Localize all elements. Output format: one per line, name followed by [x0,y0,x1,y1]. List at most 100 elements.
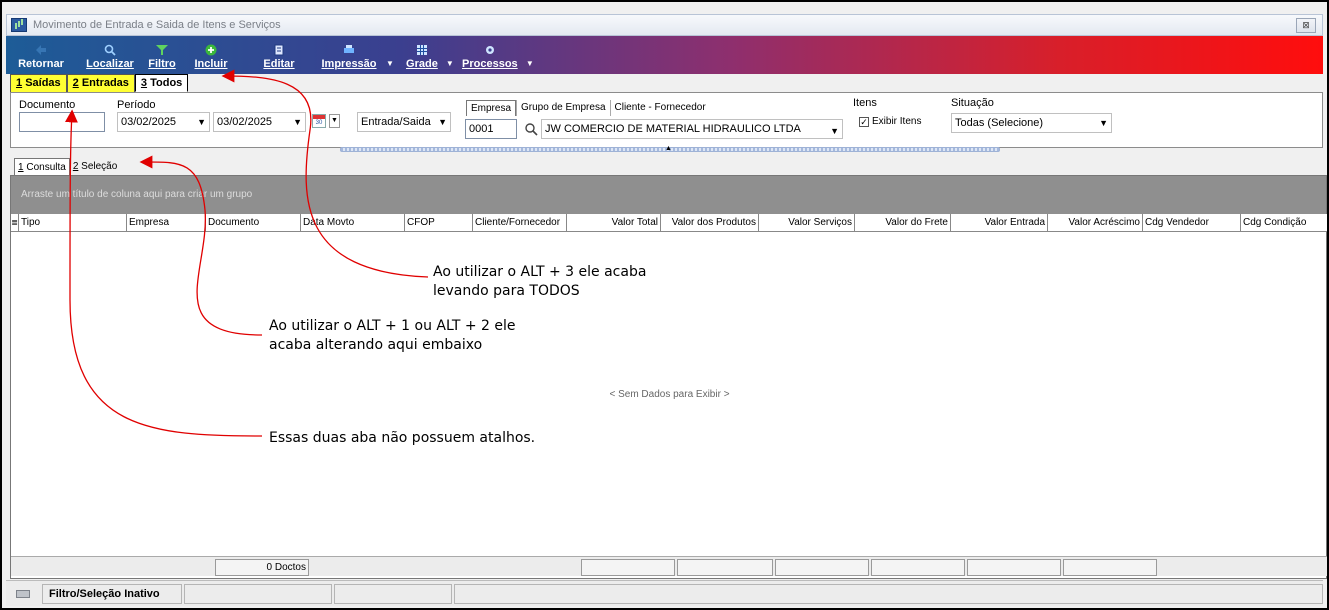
direction-select[interactable]: Entrada/Saida ▼ [357,112,451,132]
direction-value: Entrada/Saida [361,116,431,128]
incluir-button[interactable]: Incluir [192,36,230,74]
column-header[interactable]: Valor dos Produtos [661,214,759,232]
empresa-code-input[interactable]: 0001 [465,119,517,139]
chevron-down-icon[interactable]: ▼ [386,59,394,68]
close-icon[interactable]: ⊠ [1296,18,1316,33]
column-header[interactable]: Valor Total [567,214,661,232]
search-icon [104,44,116,56]
date-from-value: 03/02/2025 [121,116,177,128]
situacao-value: Todas (Selecione) [955,117,1044,129]
date-to-picker[interactable]: 03/02/2025 ▼ [213,112,306,132]
tab-consulta-key: 1 [18,162,24,173]
footer-sum-cell [1063,559,1157,576]
chevron-down-icon[interactable]: ▼ [830,122,839,138]
annotation-alt12-line2: acaba alterando aqui embaixo [269,337,483,353]
footer-sum-cell [967,559,1061,576]
impressao-dropdown[interactable]: Impressão ▼ [318,36,394,74]
calendar-dropdown-icon[interactable]: ▼ [329,114,340,128]
impressao-label: Impressão [321,58,377,70]
column-header[interactable]: Cliente/Fornecedor [473,214,567,232]
back-icon [36,45,46,55]
view-tabs: 1 Consulta 2 Seleção [14,158,120,176]
tab-cliente-fornecedor[interactable]: Cliente - Fornecedor [609,100,710,116]
editar-button[interactable]: Editar [262,36,296,74]
gear-icon [485,46,494,54]
tab-selecao-key: 2 [72,161,79,172]
status-cell [184,584,332,604]
situacao-label: Situação [951,97,994,109]
annotation-no-shortcut: Essas duas aba não possuem atalhos. [269,430,536,446]
impressao-button[interactable]: Impressão [318,36,380,74]
app-window: Movimento de Entrada e Saida de Itens e … [0,0,1329,610]
calendar-icon[interactable]: 30 [312,114,326,128]
tab-todos[interactable]: 3 Todos [134,74,189,92]
localizar-button[interactable]: Localizar [84,36,136,74]
filtro-button[interactable]: Filtro [144,36,180,74]
title-bar: Movimento de Entrada e Saida de Itens e … [6,14,1323,36]
column-chooser-icon[interactable]: ≣ [11,214,19,232]
column-header[interactable]: Valor Entrada [951,214,1048,232]
plus-icon [205,44,217,56]
column-header[interactable]: Valor Serviços [759,214,855,232]
tab-todos-key: 3 [140,77,148,89]
processos-label: Processos [462,58,518,70]
chevron-down-icon[interactable]: ▼ [293,113,302,131]
processos-button[interactable]: Processos [460,36,520,74]
column-header[interactable]: Cdg Condição [1241,214,1312,232]
annotation-alt12: Ao utilizar o ALT + 1 ou ALT + 2 ele aca… [269,317,516,355]
collapse-caret-icon[interactable]: ▲ [665,145,672,152]
column-header[interactable]: Valor Acréscimo [1048,214,1143,232]
column-header[interactable]: Cdg Vendedor [1143,214,1241,232]
grid-icon [416,45,427,55]
movement-type-tabs: 1 Saídas 2 Entradas 3 Todos [10,74,189,92]
group-by-area[interactable]: Arraste um título de coluna aqui para cr… [11,176,1326,214]
documento-input[interactable] [19,112,105,132]
panel-splitter[interactable]: ▲ [340,145,1000,152]
empresa-name-value: JW COMERCIO DE MATERIAL HIDRAULICO LTDA [545,123,801,135]
no-data-message: < Sem Dados para Exibir > [609,389,730,400]
tab-entradas[interactable]: 2 Entradas [66,74,135,92]
column-header[interactable]: Empresa [127,214,206,232]
situacao-select[interactable]: Todas (Selecione) ▼ [951,113,1112,133]
retornar-label: Retornar [18,58,64,70]
window-title: Movimento de Entrada e Saida de Itens e … [33,19,281,31]
footer-sum-cell [775,559,869,576]
processos-dropdown[interactable]: Processos ▼ [460,36,534,74]
grade-dropdown[interactable]: Grade ▼ [404,36,454,74]
tab-consulta-label: Consulta [26,162,66,173]
footer-sum-cell [581,559,675,576]
chevron-down-icon[interactable]: ▼ [446,59,454,68]
incluir-label: Incluir [194,58,228,70]
tab-empresa[interactable]: Empresa [466,100,517,116]
status-cell [334,584,452,604]
column-header[interactable]: Documento [206,214,301,232]
chevron-down-icon[interactable]: ▼ [1099,114,1108,132]
tab-selecao[interactable]: 2 Seleção [70,158,120,176]
footer-sum-cell [677,559,773,576]
annotation-alt12-line1: Ao utilizar o ALT + 1 ou ALT + 2 ele [269,318,516,334]
tab-consulta[interactable]: 1 Consulta [14,158,70,176]
itens-label: Itens [853,97,877,109]
chevron-down-icon[interactable]: ▼ [526,59,534,68]
search-icon[interactable] [524,122,538,136]
column-header[interactable]: Data Movto [301,214,405,232]
tab-grupo-empresa[interactable]: Grupo de Empresa [516,100,610,116]
column-header[interactable]: Valor do Frete [855,214,951,232]
retornar-button[interactable]: Retornar [12,36,70,74]
documento-label: Documento [19,99,76,111]
funnel-icon [156,45,168,55]
filter-state: Filtro/Seleção Inativo [42,584,182,604]
chevron-down-icon[interactable]: ▼ [438,113,447,131]
exibir-itens-checkbox[interactable]: ✓ [859,117,869,127]
date-from-picker[interactable]: 03/02/2025 ▼ [117,112,210,132]
editar-label: Editar [263,58,295,70]
grid-footer: 0 Doctos [11,556,1327,576]
empresa-name-select[interactable]: JW COMERCIO DE MATERIAL HIDRAULICO LTDA … [541,119,843,139]
grade-button[interactable]: Grade [404,36,440,74]
tab-saidas[interactable]: 1 Saídas [10,74,67,92]
grid-header-row: ≣ Tipo Empresa Documento Data Movto CFOP… [11,214,1327,232]
annotation-alt3: Ao utilizar o ALT + 3 ele acaba levando … [433,263,646,301]
column-header[interactable]: CFOP [405,214,473,232]
column-header[interactable]: Tipo [19,214,127,232]
chevron-down-icon[interactable]: ▼ [197,113,206,131]
